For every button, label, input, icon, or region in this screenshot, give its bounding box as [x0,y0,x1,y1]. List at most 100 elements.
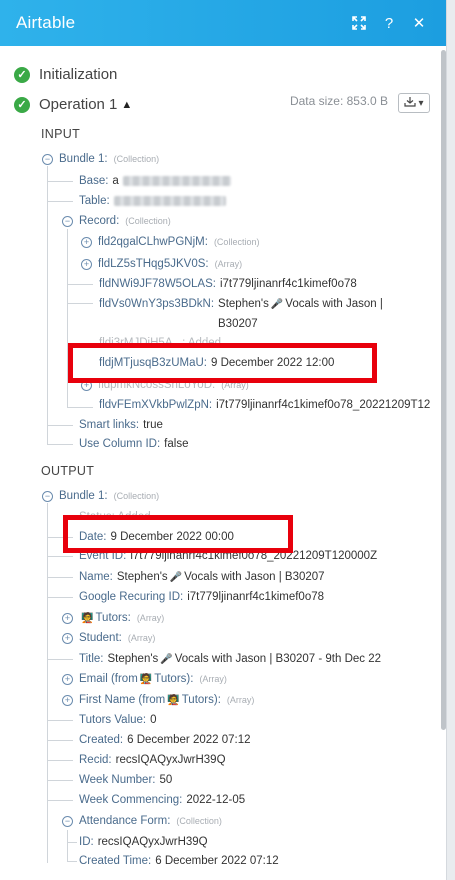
field-row: fldNWi9JF78W5OLAS: i7t779ljinanrf4c1kime… [99,275,357,293]
student-row[interactable]: + Student: (Array) [62,629,155,647]
airtable-output-panel: Airtable ? ✕ ✓ Initialization ✓ Operatio… [0,0,447,880]
expand-plus-icon[interactable]: + [62,612,73,624]
collapse-icon[interactable]: − [62,215,73,227]
expand-icon[interactable] [346,10,372,36]
caret-up-icon[interactable]: ▲ [121,99,132,111]
field-key: Tutors): [154,673,194,685]
field-key: fld2qgalCLhwPGNjM: [98,236,208,248]
field-key: Email (from [79,673,138,685]
collapse-icon[interactable]: − [62,815,73,827]
record-key: Record: [79,215,120,227]
expand-plus-icon[interactable]: + [62,632,73,644]
vertical-scrollbar[interactable] [441,50,446,730]
field-value: Vocals with Jason | B30207 [184,571,325,583]
field-value: Vocals with Jason | B30207 - 9th Dec 22 [174,653,382,665]
singer-emoji-icon: 🎤 [160,653,173,665]
field-key: fldLZ5sTHqg5JKV0S: [98,258,209,270]
field-value: Vocals with Jason | [285,298,383,310]
field-key: Student: [79,632,122,644]
field-value: i7t779ljinanrf4c1kimef0o78 [219,278,357,290]
first-name-row[interactable]: + First Name (from 🧑‍🏫 Tutors): (Array) [62,691,254,709]
initialization-row[interactable]: ✓ Initialization [14,66,117,83]
table-row: Table: [79,192,226,210]
check-icon: ✓ [14,96,30,113]
field-value: Stephen's [116,571,168,583]
field-key: Use Column ID: [79,438,161,450]
operation-label: Operation 1 [39,96,118,113]
field-value: 6 December 2022 07:12 [127,734,251,746]
record-row[interactable]: − Record: (Collection) [62,212,171,230]
field-key: First Name (from [79,694,166,706]
field-key: Smart links: [79,419,140,431]
created-time-row: Created Time: 6 December 2022 07:12 [79,852,279,870]
close-button[interactable]: ✕ [406,10,432,36]
output-header: OUTPUT [41,464,95,478]
expand-plus-icon[interactable]: + [81,258,92,270]
base-value: a [112,175,119,187]
attendance-form-row[interactable]: − Attendance Form: (Collection) [62,812,222,830]
tutors-value-row: Tutors Value: 0 [79,711,157,729]
field-value: 50 [159,774,173,786]
email-row[interactable]: + Email (from 🧑‍🏫 Tutors): (Array) [62,670,227,688]
collection-tag: (Collection) [125,216,171,226]
id-row: ID: recsIQAQyxJwrH39Q [79,833,208,851]
array-tag: (Array) [214,259,243,269]
field-value: true [143,419,163,431]
field-key: Created: [79,734,124,746]
array-tag: (Array) [226,695,255,705]
teacher-emoji-icon: 🧑‍🏫 [167,694,180,706]
field-row: fldVs0WnY3ps3BDkN: Stephen's 🎤 Vocals wi… [99,295,383,313]
field-key: Google Recuring ID: [79,591,184,603]
week-number-row: Week Number: 50 [79,771,172,789]
bundle-label: Bundle 1: [59,153,108,165]
download-icon [404,96,417,110]
field-key: Tutors: [95,612,131,624]
collapse-icon[interactable]: − [42,490,53,502]
expand-plus-icon[interactable]: + [62,694,73,706]
array-tag: (Array) [136,613,165,623]
panel-title: Airtable [16,13,76,32]
field-key: Recid: [79,754,112,766]
field-value: i7t779ljinanrf4c1kimef0o78 [187,591,325,603]
field-value: Stephen's [107,653,159,665]
input-header: INPUT [41,127,80,141]
field-key: Week Commencing: [79,794,183,806]
expand-plus-icon[interactable]: + [62,673,73,685]
field-value: i7t779ljinanrf4c1kimef0o78_20221209T12 [216,399,431,411]
operation-row[interactable]: ✓ Operation 1 ▲ [14,96,132,113]
panel-titlebar: Airtable ? ✕ [0,0,446,46]
field-value: false [164,438,189,450]
highlight-box [63,515,293,553]
field-value: recsIQAQyxJwrH39Q [115,754,226,766]
help-button[interactable]: ? [376,10,402,36]
smart-links-row: Smart links: true [79,416,163,434]
field-row[interactable]: + fld2qgalCLhwPGNjM: (Collection) [81,233,259,251]
field-key: fldVs0WnY3ps3BDkN: [99,298,215,310]
collapse-icon[interactable]: − [42,153,53,165]
array-tag: (Array) [127,633,156,643]
redacted-value [113,196,226,206]
field-value: Stephen's [218,298,269,310]
initialization-label: Initialization [39,66,118,83]
field-row[interactable]: + fldLZ5sTHqg5JKV0S: (Array) [81,255,242,273]
check-icon: ✓ [14,66,30,83]
expand-plus-icon[interactable]: + [81,236,92,248]
use-column-id-row: Use Column ID: false [79,435,188,453]
input-bundle-row[interactable]: − Bundle 1: (Collection) [42,150,159,168]
singer-emoji-icon: 🎤 [169,571,183,583]
title-row: Title: Stephen's 🎤 Vocals with Jason | B… [79,650,381,668]
week-commencing-row: Week Commencing: 2022-12-05 [79,791,245,809]
output-bundle-row[interactable]: − Bundle 1: (Collection) [42,487,159,505]
teacher-emoji-icon: 🧑‍🏫 [139,673,153,685]
highlight-box [68,343,377,383]
tutors-row[interactable]: + 🧑‍🏫 Tutors: (Array) [62,609,164,627]
base-key: Base: [79,175,109,187]
field-key: fldNWi9JF78W5OLAS: [99,278,216,290]
table-key: Table: [79,195,110,207]
download-button[interactable]: ▾ [398,93,430,113]
field-key: Week Number: [79,774,156,786]
created-row: Created: 6 December 2022 07:12 [79,731,251,749]
field-key: Tutors Value: [79,714,147,726]
singer-emoji-icon: 🎤 [270,298,284,310]
field-value-continued: B30207 [218,315,258,333]
